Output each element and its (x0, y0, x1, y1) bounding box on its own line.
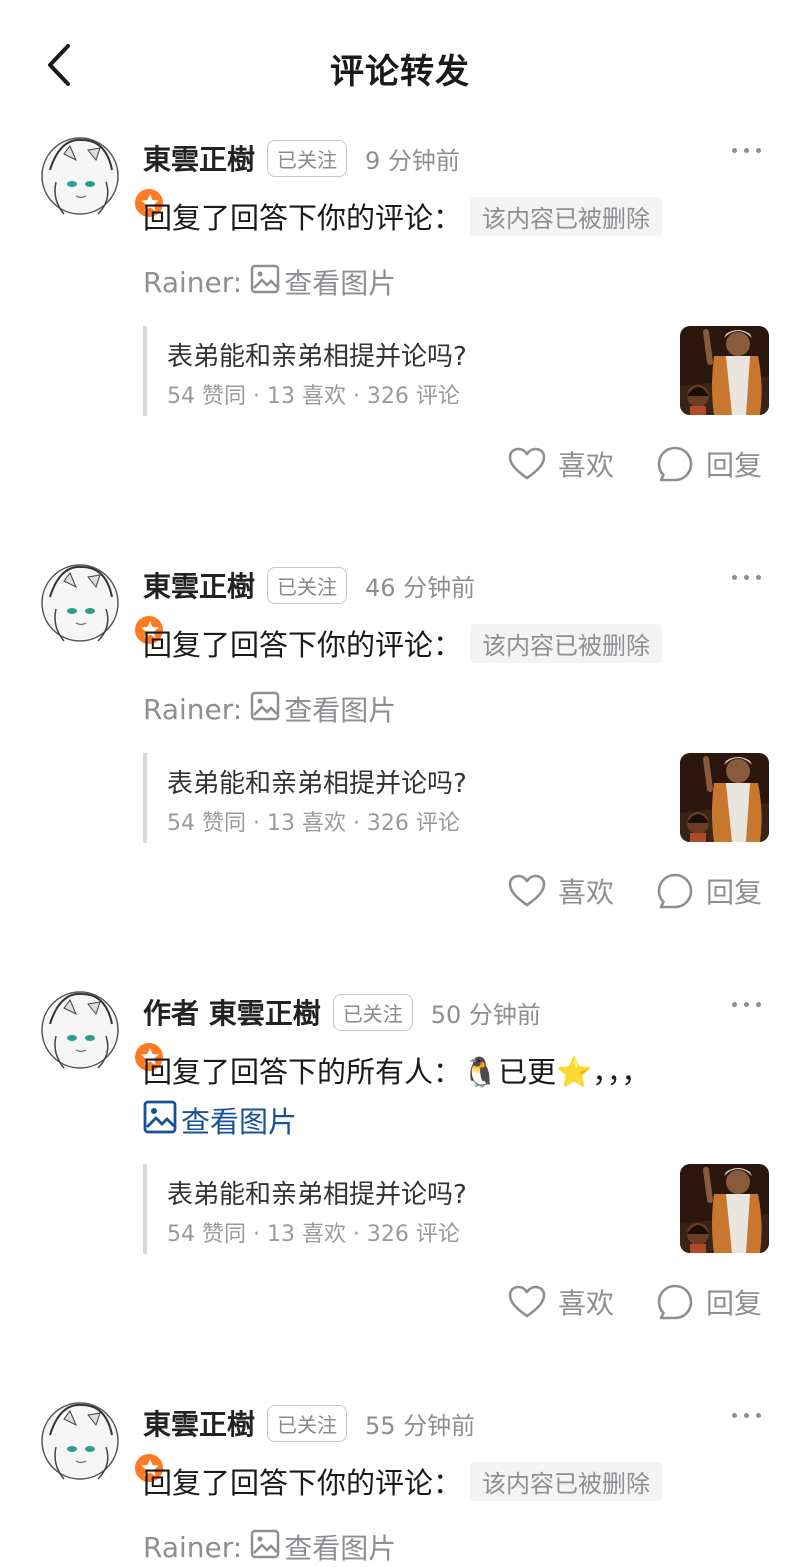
question-thumbnail (680, 753, 769, 842)
comment-item: 東雲正樹 已关注 9 分钟前 回复了回答下你的评论： 该内容已被删除 Raine… (0, 130, 800, 510)
view-image-link[interactable]: 查看图片 (284, 1527, 396, 1567)
heart-icon (508, 1285, 546, 1318)
avatar-illustration (41, 137, 119, 215)
replied-user-name[interactable]: Rainer: (143, 1531, 242, 1564)
question-thumbnail (680, 326, 769, 415)
quoted-question-card[interactable]: 表弟能和亲弟相提并论吗? 54 赞同 · 13 喜欢 · 326 评论 (143, 326, 769, 416)
image-icon[interactable] (250, 1529, 280, 1566)
reply-button[interactable]: 回复 (656, 1280, 762, 1324)
follow-status-badge[interactable]: 已关注 (332, 993, 413, 1031)
avatar[interactable] (40, 1395, 166, 1487)
view-image-label: 查看图片 (181, 1105, 298, 1139)
follow-status-badge[interactable]: 已关注 (267, 566, 348, 604)
question-thumbnail (680, 1164, 769, 1253)
question-stats: 54 赞同 · 13 喜欢 · 326 评论 (167, 1222, 460, 1247)
author-name[interactable]: 東雲正樹 (143, 1403, 255, 1443)
deleted-content-tag: 该内容已被删除 (470, 1461, 663, 1501)
author-name[interactable]: 作者 東雲正樹 (143, 992, 321, 1032)
question-title: 表弟能和亲弟相提并论吗? (167, 342, 467, 372)
author-name[interactable]: 東雲正樹 (143, 565, 255, 605)
reply-button[interactable]: 回复 (656, 869, 762, 913)
like-button[interactable]: 喜欢 (508, 1280, 614, 1324)
timestamp: 55 分钟前 (365, 1411, 476, 1440)
heart-icon (508, 874, 546, 907)
deleted-content-tag: 该内容已被删除 (470, 196, 663, 236)
reply-label: 回复 (706, 1287, 763, 1320)
avatar-illustration (41, 564, 119, 642)
comment-item: 東雲正樹 已关注 46 分钟前 回复了回答下你的评论： 该内容已被删除 Rain… (0, 557, 800, 937)
timestamp: 50 分钟前 (430, 1000, 541, 1029)
reply-text: 回复了回答下你的评论： (143, 1466, 463, 1500)
author-name[interactable]: 東雲正樹 (143, 138, 255, 178)
more-options-icon[interactable] (730, 567, 766, 587)
view-image-link[interactable]: 查看图片 (284, 689, 396, 729)
avatar-illustration (41, 1402, 119, 1480)
comment-bubble-icon (657, 1284, 693, 1320)
reply-text: 回复了回答下你的评论： (143, 628, 463, 662)
reply-label: 回复 (706, 449, 763, 482)
avatar-illustration (41, 991, 119, 1069)
page-title: 评论转发 (330, 52, 470, 92)
image-icon (143, 1100, 177, 1141)
deleted-content-tag: 该内容已被删除 (470, 623, 663, 663)
timestamp: 46 分钟前 (365, 573, 476, 602)
reply-text: 回复了回答下你的评论： (143, 201, 463, 235)
like-label: 喜欢 (558, 876, 615, 909)
replied-user-name[interactable]: Rainer: (143, 266, 242, 299)
more-options-icon[interactable] (730, 994, 766, 1014)
quoted-question-card[interactable]: 表弟能和亲弟相提并论吗? 54 赞同 · 13 喜欢 · 326 评论 (143, 753, 769, 843)
like-button[interactable]: 喜欢 (508, 442, 614, 486)
follow-status-badge[interactable]: 已关注 (267, 139, 348, 177)
quoted-question-card[interactable]: 表弟能和亲弟相提并论吗? 54 赞同 · 13 喜欢 · 326 评论 (143, 1164, 769, 1254)
view-image-link[interactable]: 查看图片 (284, 262, 396, 302)
comment-bubble-icon (657, 446, 693, 482)
top-bar: 评论转发 (0, 0, 800, 130)
question-stats: 54 赞同 · 13 喜欢 · 326 评论 (167, 811, 460, 836)
reply-text: 回复了回答下的所有人：🐧已更⭐，，， (143, 1055, 651, 1089)
question-title: 表弟能和亲弟相提并论吗? (167, 1180, 467, 1210)
question-title: 表弟能和亲弟相提并论吗? (167, 769, 467, 799)
image-icon[interactable] (250, 691, 280, 728)
more-options-icon[interactable] (730, 140, 766, 160)
comment-item: 作者 東雲正樹 已关注 50 分钟前 回复了回答下的所有人：🐧已更⭐，，， 查看… (0, 984, 800, 1354)
comment-bubble-icon (657, 873, 693, 909)
comment-item: 東雲正樹 已关注 55 分钟前 回复了回答下你的评论： 该内容已被删除 Rain… (0, 1395, 800, 1567)
replied-user-name[interactable]: Rainer: (143, 693, 242, 726)
follow-status-badge[interactable]: 已关注 (267, 1404, 348, 1442)
more-options-icon[interactable] (730, 1405, 766, 1425)
avatar[interactable] (40, 557, 166, 649)
like-button[interactable]: 喜欢 (508, 869, 614, 913)
question-stats: 54 赞同 · 13 喜欢 · 326 评论 (167, 384, 460, 409)
timestamp: 9 分钟前 (365, 146, 460, 175)
reply-button[interactable]: 回复 (656, 442, 762, 486)
avatar[interactable] (40, 984, 166, 1076)
view-image-link[interactable]: 查看图片 (143, 1098, 297, 1142)
like-label: 喜欢 (558, 1287, 615, 1320)
heart-icon (508, 447, 546, 480)
like-label: 喜欢 (558, 449, 615, 482)
reply-label: 回复 (706, 876, 763, 909)
image-icon[interactable] (250, 264, 280, 301)
avatar[interactable] (40, 130, 166, 222)
